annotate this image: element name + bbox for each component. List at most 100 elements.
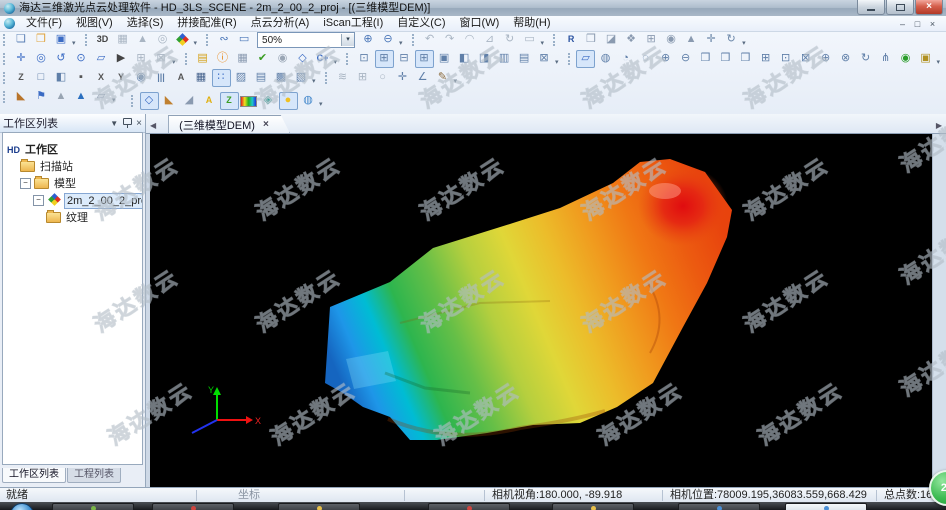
toolbar-grip[interactable] xyxy=(85,34,90,46)
light-bulb-icon[interactable]: ● xyxy=(279,92,298,110)
maximize-button[interactable] xyxy=(886,0,914,15)
redo-icon[interactable]: ↷ xyxy=(440,31,459,49)
clash-plus-icon[interactable]: C+ xyxy=(313,50,332,68)
angle-tool-icon[interactable]: ∠ xyxy=(413,69,432,87)
dem-diamond-icon[interactable]: ◇ xyxy=(140,92,159,110)
register-icon[interactable]: R xyxy=(562,31,581,49)
tree-item-纹理[interactable]: 纹理 xyxy=(3,209,142,226)
frame-select-icon[interactable]: ⊞ xyxy=(132,50,151,68)
child-close-icon[interactable]: × xyxy=(925,17,940,31)
undo-icon[interactable]: ↶ xyxy=(420,31,439,49)
link-icon[interactable]: ∾ xyxy=(215,31,234,49)
info-icon[interactable]: ⓘ xyxy=(213,50,232,68)
bound-box-icon[interactable]: □ xyxy=(32,69,51,87)
grid-solid-icon[interactable]: ▩ xyxy=(272,69,291,87)
refresh-icon[interactable]: ↻ xyxy=(500,31,519,49)
frame-clear-icon[interactable]: ⊠ xyxy=(152,50,171,68)
panel-tab-工程列表[interactable]: 工程列表 xyxy=(67,468,121,483)
cube-icon[interactable]: ◇ xyxy=(293,50,312,68)
taskbar-button[interactable] xyxy=(552,503,634,510)
toolbar-grip[interactable] xyxy=(3,91,8,103)
marker-icon[interactable]: ◉ xyxy=(662,31,681,49)
tab-nav-left-icon[interactable]: ◀ xyxy=(146,121,160,133)
taskbar-button[interactable] xyxy=(278,503,360,510)
minimize-button[interactable] xyxy=(857,0,885,15)
save-icon[interactable]: ▣ xyxy=(52,31,71,49)
full-view-icon[interactable]: ▣ xyxy=(435,50,454,68)
locate-icon[interactable]: ◎ xyxy=(153,31,172,49)
split-icon[interactable]: ❖ xyxy=(622,31,641,49)
zoom-out-icon[interactable]: ⊖ xyxy=(379,31,398,49)
triangle-tool-icon[interactable]: ⊿ xyxy=(480,31,499,49)
orbit-view-icon[interactable]: ⊙ xyxy=(72,50,91,68)
diamond-green-icon[interactable]: ◈ xyxy=(259,92,278,110)
mesh-icon[interactable]: ▦ xyxy=(233,50,252,68)
menu-help[interactable]: 帮助(H) xyxy=(506,16,557,31)
cursor-icon[interactable]: ▶ xyxy=(112,50,131,68)
doc-copy-icon[interactable]: ❒ xyxy=(582,31,601,49)
grid-dense-icon[interactable]: ▦ xyxy=(192,69,211,87)
grid-points-icon[interactable]: ∷ xyxy=(212,69,231,87)
z-axis-icon[interactable]: Z xyxy=(12,69,31,87)
menu-view[interactable]: 视图(V) xyxy=(69,16,120,31)
toolbar-overflow-icon[interactable]: ▾ xyxy=(172,58,176,68)
combo-arrow-icon[interactable]: ▾ xyxy=(341,34,354,46)
close-button[interactable]: × xyxy=(915,0,943,15)
spin-icon[interactable]: ↻ xyxy=(856,50,875,68)
toolbar-overflow-icon[interactable]: ▾ xyxy=(454,77,458,87)
stamp-side-icon[interactable]: ❒ xyxy=(736,50,755,68)
grid-rows-icon[interactable]: ▤ xyxy=(252,69,271,87)
toolbar-overflow-icon[interactable]: ▾ xyxy=(742,39,746,49)
layer-list-icon[interactable]: ▤ xyxy=(193,50,212,68)
boundary-icon[interactable]: ▱ xyxy=(92,88,111,106)
tree-label[interactable]: 模型 xyxy=(52,177,78,191)
arc-tool-icon[interactable]: ◠ xyxy=(460,31,479,49)
tree-label[interactable]: 纹理 xyxy=(64,211,90,225)
view-3d-button[interactable]: 3D xyxy=(93,31,112,49)
toolbar-overflow-icon[interactable]: ▾ xyxy=(334,58,338,68)
survey-flag-icon[interactable]: ⚑ xyxy=(32,88,51,106)
viewport-3d[interactable]: Y X xyxy=(150,133,932,487)
mountain-icon[interactable]: ▲ xyxy=(682,31,701,49)
dem-gray-icon[interactable]: ◢ xyxy=(180,92,199,110)
globe-lat-icon[interactable]: ⊕ xyxy=(816,50,835,68)
label-z-icon[interactable]: Z xyxy=(220,92,239,110)
polygon-select-icon[interactable]: ▱ xyxy=(92,50,111,68)
terrain-view-icon[interactable]: ▲ xyxy=(133,31,152,49)
menu-registration[interactable]: 拼接配准(R) xyxy=(170,16,243,31)
close-view-icon[interactable]: ⊠ xyxy=(535,50,554,68)
surface-wave-icon[interactable]: ≋ xyxy=(333,69,352,87)
toolbar-grip[interactable] xyxy=(185,53,190,65)
child-restore-icon[interactable]: □ xyxy=(910,17,925,31)
color-render-icon[interactable] xyxy=(173,31,192,49)
toolbar-grip[interactable] xyxy=(3,53,8,65)
toolbar-overflow-icon[interactable]: ▾ xyxy=(555,58,559,68)
rect-tool-icon[interactable]: ▭ xyxy=(520,31,539,49)
rows-view-icon[interactable]: ▥ xyxy=(495,50,514,68)
section-box-icon[interactable]: ⊞ xyxy=(353,69,372,87)
start-orb[interactable] xyxy=(10,503,34,510)
x-axis-icon[interactable]: X xyxy=(92,69,111,87)
toolbar-overflow-icon[interactable]: ▾ xyxy=(72,39,76,49)
rotate-tool-icon[interactable]: ↻ xyxy=(722,31,741,49)
panel-menu-icon[interactable]: ▼ xyxy=(110,119,118,128)
lock-icon[interactable]: ▣ xyxy=(916,50,935,68)
toolbar-overflow-icon[interactable]: ▾ xyxy=(937,58,941,68)
taskbar-button[interactable] xyxy=(152,503,234,510)
quad-view-icon[interactable]: ⊞ xyxy=(415,50,434,68)
zoom-in-icon[interactable]: ⊕ xyxy=(359,31,378,49)
toolbar-overflow-icon[interactable]: ▾ xyxy=(194,39,198,49)
tree-item-工作区[interactable]: HD工作区 xyxy=(3,141,142,158)
globe-view-icon[interactable]: ◔ xyxy=(616,50,635,68)
tin-gray-icon[interactable]: ▲ xyxy=(52,88,71,106)
toolbar-overflow-icon[interactable]: ▾ xyxy=(399,39,403,49)
snapshot-icon[interactable]: ▦ xyxy=(113,31,132,49)
pick-point-icon[interactable]: ◎ xyxy=(32,50,51,68)
split-v-view-icon[interactable]: ⊟ xyxy=(395,50,414,68)
tree-item-2m_2_00_2_proj_DEM[interactable]: −2m_2_00_2_proj_DEM xyxy=(3,192,142,209)
toolbar-grip[interactable] xyxy=(3,72,8,84)
split-h-view-icon[interactable]: ⊞ xyxy=(375,50,394,68)
merge-icon[interactable]: ◪ xyxy=(602,31,621,49)
axis-cross-icon[interactable]: ✛ xyxy=(393,69,412,87)
circle-tool-icon[interactable]: ○ xyxy=(373,69,392,87)
